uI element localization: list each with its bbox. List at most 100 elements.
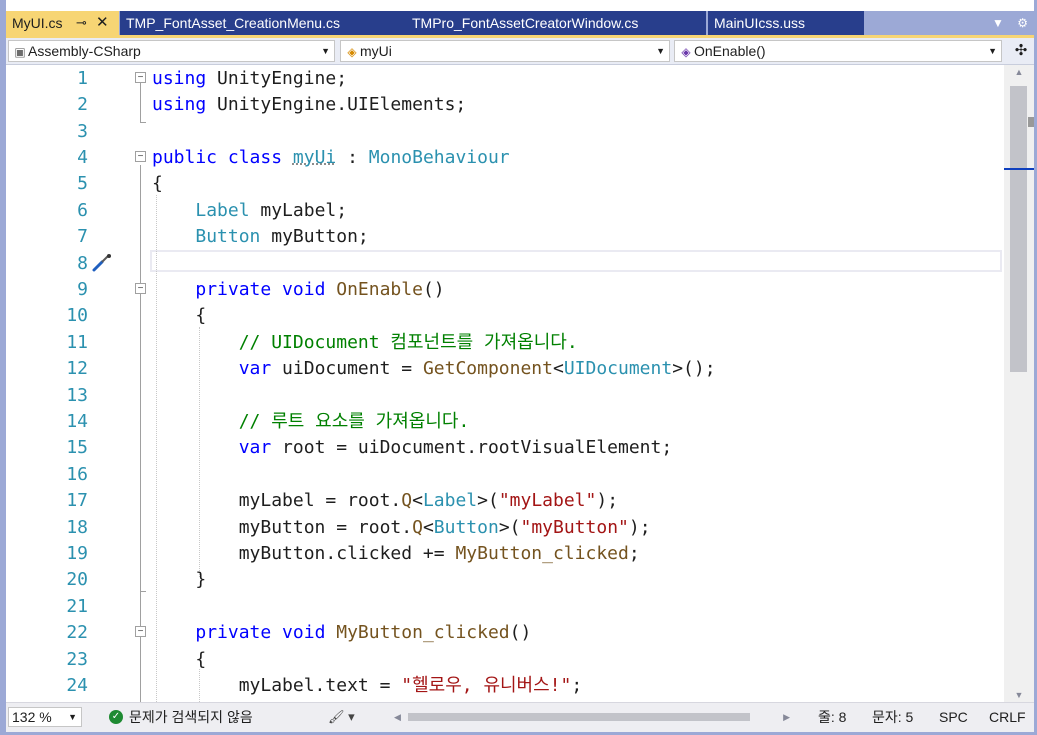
project-label: Assembly-CSharp bbox=[28, 43, 141, 59]
code-text: < bbox=[422, 517, 434, 538]
code-line-12: var uiDocument = GetComponent<UIDocument… bbox=[152, 356, 716, 382]
scrollbar-thumb[interactable] bbox=[408, 713, 750, 721]
code-text: myLabel = root. bbox=[152, 490, 402, 511]
code-line-14-comment: // 루트 요소를 가져옵니다. bbox=[152, 411, 470, 432]
navigation-bar: ▣ Assembly-CSharp ▼ ◈ myUi ▼ ◈ OnEnable() ▼… bbox=[6, 38, 1034, 65]
whitespace-indicator[interactable]: SPC bbox=[939, 707, 968, 727]
code-text: ); bbox=[628, 517, 651, 538]
type-name: Button bbox=[195, 226, 261, 247]
code-line-4: public class myUi : MonoBehaviour bbox=[152, 145, 510, 171]
current-line-highlight bbox=[150, 250, 1002, 272]
code-text: () bbox=[422, 279, 445, 300]
member-label: OnEnable() bbox=[694, 43, 766, 59]
project-dropdown[interactable]: ▣ Assembly-CSharp ▼ bbox=[8, 40, 335, 62]
tab-mainuicss-uss[interactable]: MainUIcss.uss bbox=[708, 11, 864, 35]
line-number: 7 bbox=[77, 226, 88, 247]
line-number: 23 bbox=[66, 649, 88, 670]
code-text: >(); bbox=[672, 358, 716, 379]
split-icon[interactable]: ✣ bbox=[1010, 41, 1032, 61]
chevron-down-icon: ▼ bbox=[68, 712, 77, 722]
outline-guide bbox=[140, 297, 141, 592]
gear-icon[interactable]: ⚙ bbox=[1017, 16, 1028, 30]
code-text: uiDocument = bbox=[271, 358, 423, 379]
line-number: 18 bbox=[66, 517, 88, 538]
chevron-down-icon: ▼ bbox=[988, 46, 997, 56]
code-text: < bbox=[412, 490, 423, 511]
code-text: UnityEngine.UIElements; bbox=[206, 94, 467, 115]
code-line-6: Label myLabel; bbox=[152, 198, 347, 224]
horizontal-scrollbar[interactable]: ◀ ▶ bbox=[394, 710, 790, 724]
tab-tmp-fontasset-creationmenu[interactable]: TMP_FontAsset_CreationMenu.cs bbox=[120, 11, 410, 35]
code-text: ; bbox=[628, 543, 640, 564]
tab-label: MainUIcss.uss bbox=[714, 15, 806, 31]
string-literal: "헬로우, 유니버스!" bbox=[401, 675, 572, 696]
scroll-right-icon[interactable]: ▶ bbox=[783, 710, 790, 724]
line-number: 2 bbox=[77, 94, 88, 115]
code-editor[interactable]: − − − − 1 2 3 4 5 6 7 8 9 10 11 12 13 14… bbox=[6, 65, 1004, 702]
code-line-22: private void MyButton_clicked() bbox=[152, 620, 531, 646]
code-text: myButton; bbox=[260, 226, 369, 247]
code-line-1: using UnityEngine; bbox=[152, 66, 347, 92]
tab-label: TMP_FontAsset_CreationMenu.cs bbox=[126, 15, 340, 31]
issues-indicator[interactable]: ✓ 문제가 검색되지 않음 bbox=[109, 707, 253, 727]
code-line-19: myButton.clicked += MyButton_clicked; bbox=[152, 541, 640, 567]
issues-text: 문제가 검색되지 않음 bbox=[129, 709, 253, 725]
screwdriver-icon[interactable] bbox=[91, 253, 113, 273]
line-number: 16 bbox=[66, 464, 88, 485]
collapse-toggle[interactable]: − bbox=[135, 151, 146, 162]
code-line-7: Button myButton; bbox=[152, 224, 369, 250]
collapse-toggle[interactable]: − bbox=[135, 72, 146, 83]
line-number: 1 bbox=[77, 68, 88, 89]
scroll-down-icon[interactable]: ▼ bbox=[1004, 690, 1034, 700]
tab-myui-cs[interactable]: MyUI.cs ⊸ ✕ bbox=[6, 11, 119, 35]
line-indicator[interactable]: 줄: 8 bbox=[818, 707, 846, 727]
line-number: 3 bbox=[77, 121, 88, 142]
dropdown-icon[interactable]: ▼ bbox=[992, 16, 1004, 30]
type-name: Button bbox=[433, 517, 499, 538]
keyword: var bbox=[238, 358, 272, 379]
chevron-down-icon: ▼ bbox=[321, 46, 330, 56]
type-dropdown[interactable]: ◈ myUi ▼ bbox=[340, 40, 670, 62]
zoom-level: 132 % bbox=[12, 709, 52, 725]
method-name: GetComponent bbox=[422, 358, 553, 379]
keyword: private void bbox=[195, 279, 326, 300]
collapse-toggle[interactable]: − bbox=[135, 283, 146, 294]
code-line-24: myLabel.text = "헬로우, 유니버스!"; bbox=[152, 673, 583, 699]
outline-guide bbox=[140, 83, 141, 123]
scroll-up-icon[interactable]: ▲ bbox=[1004, 67, 1034, 77]
type-name: UIDocument bbox=[563, 358, 673, 379]
vertical-scrollbar[interactable]: ▲ ▼ bbox=[1004, 65, 1034, 702]
keyword: using bbox=[152, 68, 207, 89]
type-name: Label bbox=[195, 200, 250, 221]
document-tab-bar: MyUI.cs ⊸ ✕ TMP_FontAsset_CreationMenu.c… bbox=[6, 11, 1034, 35]
brush-icon[interactable]: 🖌 ▾ bbox=[328, 707, 355, 727]
chevron-down-icon: ▼ bbox=[656, 46, 665, 56]
code-text: >( bbox=[498, 517, 521, 538]
type-name: Label bbox=[422, 490, 478, 511]
zoom-dropdown[interactable]: 132 % ▼ bbox=[8, 707, 82, 727]
method-name: Q bbox=[412, 517, 423, 538]
tab-tmpro-fontassetcreatorwindow[interactable]: TMPro_FontAssetCreatorWindow.cs bbox=[406, 11, 706, 35]
member-dropdown[interactable]: ◈ OnEnable() ▼ bbox=[674, 40, 1002, 62]
line-ending-indicator[interactable]: CRLF bbox=[989, 707, 1026, 727]
method-name: Q bbox=[401, 490, 413, 511]
scroll-left-icon[interactable]: ◀ bbox=[394, 710, 401, 724]
pin-icon[interactable]: ⊸ bbox=[76, 11, 87, 35]
line-number: 4 bbox=[77, 147, 88, 168]
code-line-11-comment: // UIDocument 컴포넌트를 가져옵니다. bbox=[152, 332, 578, 353]
code-text: myButton.clicked += bbox=[152, 543, 456, 564]
close-icon[interactable]: ✕ bbox=[96, 11, 109, 35]
type-name: MonoBehaviour bbox=[368, 147, 510, 168]
line-number: 10 bbox=[66, 305, 88, 326]
collapse-toggle[interactable]: − bbox=[135, 626, 146, 637]
method-icon: ◈ bbox=[681, 45, 691, 59]
code-text: ); bbox=[596, 490, 619, 511]
line-number: 13 bbox=[66, 385, 88, 406]
string-literal: "myLabel" bbox=[498, 490, 597, 511]
scrollbar-thumb[interactable] bbox=[1010, 86, 1027, 372]
char-indicator[interactable]: 문자: 5 bbox=[872, 707, 913, 727]
